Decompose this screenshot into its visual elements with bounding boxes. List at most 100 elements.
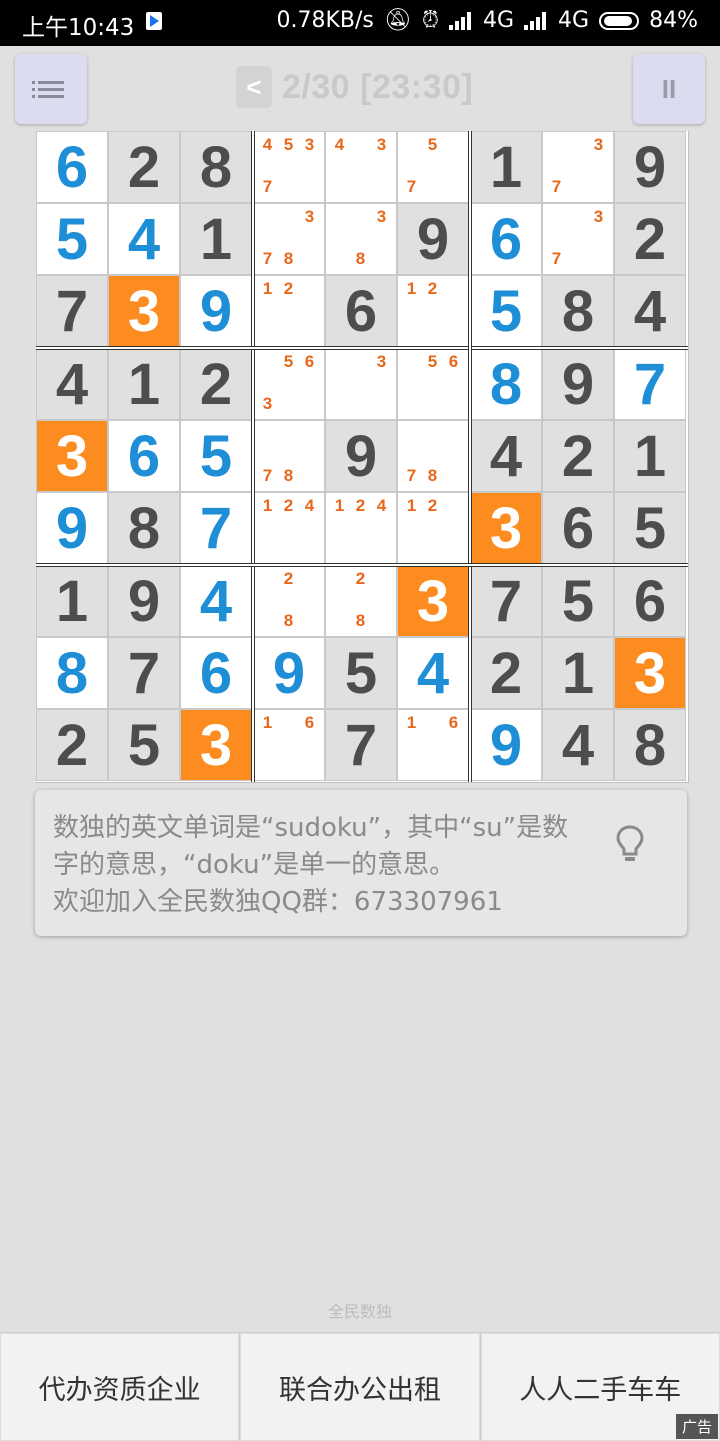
cell-r8c3[interactable]: 6	[180, 637, 252, 709]
cell-r9c7[interactable]: 9	[470, 709, 542, 781]
menu-button[interactable]	[15, 54, 87, 124]
cell-r9c9[interactable]: 8	[614, 709, 686, 781]
note-digit	[567, 134, 588, 155]
ad-button-1[interactable]: 代办资质企业	[0, 1333, 240, 1441]
cell-r8c1[interactable]: 8	[36, 637, 108, 709]
cell-r8c4[interactable]: 9	[253, 637, 325, 709]
cell-r7c6[interactable]: 3	[397, 565, 469, 637]
cell-r2c8[interactable]: 37	[542, 203, 614, 275]
cell-r7c7[interactable]: 7	[470, 565, 542, 637]
cell-r4c9[interactable]: 7	[614, 348, 686, 420]
note-digit	[257, 754, 278, 775]
cell-r9c2[interactable]: 5	[108, 709, 180, 781]
cell-r1c8[interactable]: 37	[542, 131, 614, 203]
cell-r1c1[interactable]: 6	[36, 131, 108, 203]
cell-r4c1[interactable]: 4	[36, 348, 108, 420]
cell-r5c7[interactable]: 4	[470, 420, 542, 492]
cell-r9c8[interactable]: 4	[542, 709, 614, 781]
cell-value: 3	[633, 640, 667, 706]
cell-value: 1	[489, 134, 523, 200]
cell-r1c5[interactable]: 43	[325, 131, 397, 203]
cell-r7c9[interactable]: 6	[614, 565, 686, 637]
cell-r4c3[interactable]: 2	[180, 348, 252, 420]
cell-r6c9[interactable]: 5	[614, 492, 686, 564]
cell-r8c8[interactable]: 1	[542, 637, 614, 709]
cell-r5c3[interactable]: 5	[180, 420, 252, 492]
cell-r8c5[interactable]: 5	[325, 637, 397, 709]
cell-r2c5[interactable]: 38	[325, 203, 397, 275]
note-digit: 8	[427, 465, 438, 485]
cell-r9c5[interactable]: 7	[325, 709, 397, 781]
cell-r5c2[interactable]: 6	[108, 420, 180, 492]
cell-r2c3[interactable]: 1	[180, 203, 252, 275]
cell-r4c2[interactable]: 1	[108, 348, 180, 420]
cell-r2c4[interactable]: 3 78	[253, 203, 325, 275]
cell-r7c5[interactable]: 28	[325, 565, 397, 637]
cell-r8c2[interactable]: 7	[108, 637, 180, 709]
cell-r2c9[interactable]: 2	[614, 203, 686, 275]
cell-r7c2[interactable]: 9	[108, 565, 180, 637]
cell-r6c1[interactable]: 9	[36, 492, 108, 564]
cell-r5c9[interactable]: 1	[614, 420, 686, 492]
cell-r4c4[interactable]: 56 3	[253, 348, 325, 420]
cell-r1c9[interactable]: 9	[614, 131, 686, 203]
note-digit	[401, 351, 422, 372]
cell-r2c1[interactable]: 5	[36, 203, 108, 275]
note-digit	[278, 227, 299, 248]
cell-r5c5[interactable]: 9	[325, 420, 397, 492]
cell-r4c8[interactable]: 9	[542, 348, 614, 420]
cell-r2c2[interactable]: 4	[108, 203, 180, 275]
tip-line-2: 字的意思，“doku”是单一的意思。	[53, 850, 456, 880]
cell-r7c1[interactable]: 1	[36, 565, 108, 637]
cell-r8c7[interactable]: 2	[470, 637, 542, 709]
cell-notes: 57	[401, 134, 465, 198]
note-digit	[299, 372, 320, 393]
cell-r5c4[interactable]: 78	[253, 420, 325, 492]
cell-r7c4[interactable]: 28	[253, 565, 325, 637]
cell-r8c6[interactable]: 4	[397, 637, 469, 709]
cell-r3c3[interactable]: 9	[180, 275, 252, 347]
cell-r6c4[interactable]: 124	[253, 492, 325, 564]
cell-r1c4[interactable]: 453 7	[253, 131, 325, 203]
cell-r8c9[interactable]: 3	[614, 637, 686, 709]
cell-r3c4[interactable]: 12	[253, 275, 325, 347]
ad-button-2[interactable]: 联合办公出租	[239, 1333, 480, 1441]
cell-r7c8[interactable]: 5	[542, 565, 614, 637]
cell-r3c6[interactable]: 12	[397, 275, 469, 347]
cell-r4c5[interactable]: 3	[325, 348, 397, 420]
cell-r6c2[interactable]: 8	[108, 492, 180, 564]
cell-r6c5[interactable]: 124	[325, 492, 397, 564]
cell-notes: 16	[401, 712, 465, 776]
cell-r5c1[interactable]: 3	[36, 420, 108, 492]
cell-r9c1[interactable]: 2	[36, 709, 108, 781]
cell-r2c6[interactable]: 9	[397, 203, 469, 275]
cell-r3c8[interactable]: 8	[542, 275, 614, 347]
cell-r9c6[interactable]: 16	[397, 709, 469, 781]
back-button[interactable]: <	[236, 66, 272, 108]
cell-r1c2[interactable]: 2	[108, 131, 180, 203]
cell-r2c7[interactable]: 6	[470, 203, 542, 275]
cell-r3c7[interactable]: 5	[470, 275, 542, 347]
cell-r1c3[interactable]: 8	[180, 131, 252, 203]
cell-r6c6[interactable]: 12	[397, 492, 469, 564]
cell-r4c6[interactable]: 56	[397, 348, 469, 420]
cell-r3c1[interactable]: 7	[36, 275, 108, 347]
cell-r6c7[interactable]: 3	[470, 492, 542, 564]
cell-r4c7[interactable]: 8	[470, 348, 542, 420]
cell-r3c5[interactable]: 6	[325, 275, 397, 347]
box-divider-vertical	[468, 131, 472, 782]
cell-r3c2[interactable]: 3	[108, 275, 180, 347]
cell-r7c3[interactable]: 4	[180, 565, 252, 637]
cell-r3c9[interactable]: 4	[614, 275, 686, 347]
pause-button[interactable]: II	[633, 54, 705, 124]
status-bar: 上午10:43 0.78KB/s 🔕︎ ⏰︎ 4G 4G 84%	[0, 0, 720, 46]
cell-r9c3[interactable]: 3	[180, 709, 252, 781]
lightbulb-icon[interactable]	[615, 824, 645, 864]
cell-r1c7[interactable]: 1	[470, 131, 542, 203]
cell-r5c8[interactable]: 2	[542, 420, 614, 492]
cell-r6c3[interactable]: 7	[180, 492, 252, 564]
cell-r9c4[interactable]: 16	[253, 709, 325, 781]
cell-r5c6[interactable]: 78	[397, 420, 469, 492]
cell-r6c8[interactable]: 6	[542, 492, 614, 564]
cell-r1c6[interactable]: 57	[397, 131, 469, 203]
